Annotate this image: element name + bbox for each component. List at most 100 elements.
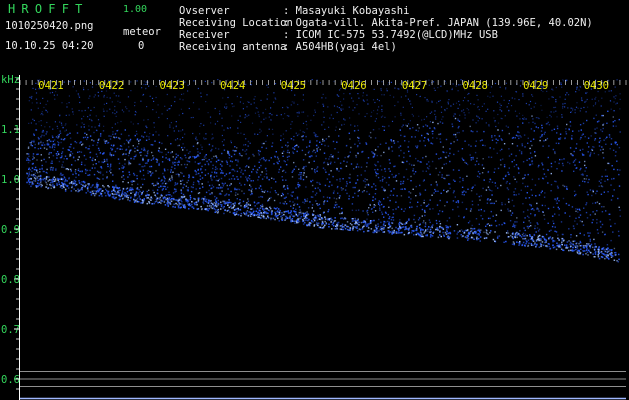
carrier-speck <box>321 224 323 226</box>
carrier-speck <box>146 197 148 199</box>
noise-speck <box>226 106 228 108</box>
noise-speck <box>414 136 416 138</box>
noise-speck <box>483 210 486 212</box>
noise-speck <box>336 169 338 171</box>
noise-speck <box>211 82 213 84</box>
noise-speck <box>68 95 70 97</box>
noise-speck <box>69 132 71 134</box>
carrier-speck <box>586 243 588 245</box>
noise-speck <box>49 146 51 149</box>
antenna-label: Receiving antenna <box>179 41 287 53</box>
noise-speck <box>258 166 261 169</box>
noise-speck <box>155 85 157 87</box>
noise-speck <box>298 206 301 208</box>
noise-speck <box>190 190 193 193</box>
noise-speck <box>366 99 368 101</box>
noise-speck <box>40 159 43 162</box>
noise-speck <box>423 202 425 204</box>
noise-speck <box>585 202 588 204</box>
noise-speck <box>588 178 590 181</box>
noise-speck <box>552 215 554 217</box>
noise-speck <box>234 187 236 189</box>
noise-speck <box>128 152 130 154</box>
carrier-speck <box>473 227 476 230</box>
carrier-speck <box>205 208 207 210</box>
noise-speck <box>257 149 260 152</box>
noise-speck <box>93 173 96 176</box>
noise-speck <box>548 230 551 232</box>
noise-speck <box>174 184 176 186</box>
carrier-speck <box>341 223 344 226</box>
noise-speck <box>570 236 572 239</box>
noise-speck <box>443 163 445 166</box>
noise-speck <box>139 163 141 166</box>
carrier-speck <box>261 207 264 209</box>
noise-speck <box>448 217 451 219</box>
noise-speck <box>67 168 70 171</box>
noise-speck <box>124 163 126 165</box>
noise-speck <box>324 128 326 130</box>
carrier-speck <box>363 221 366 224</box>
noise-speck <box>505 174 507 176</box>
carrier-speck <box>90 194 93 196</box>
noise-speck <box>179 157 182 159</box>
noise-speck <box>27 159 30 161</box>
noise-speck <box>254 112 257 114</box>
noise-speck <box>388 206 390 208</box>
noise-speck <box>594 103 596 105</box>
noise-speck <box>95 115 97 117</box>
noise-speck <box>572 130 574 132</box>
carrier-speck <box>563 239 565 241</box>
carrier-speck <box>424 225 427 228</box>
noise-speck <box>349 181 351 184</box>
carrier-speck <box>270 213 273 216</box>
noise-speck <box>582 133 584 135</box>
noise-speck <box>218 184 220 186</box>
carrier-speck <box>205 198 208 201</box>
noise-speck <box>495 214 498 216</box>
carrier-speck <box>568 249 570 252</box>
noise-speck <box>153 122 155 124</box>
noise-speck <box>91 86 94 88</box>
noise-speck <box>257 133 259 135</box>
noise-speck <box>536 208 538 210</box>
noise-speck <box>287 149 289 152</box>
noise-speck <box>433 127 436 129</box>
noise-speck <box>374 185 377 187</box>
carrier-speck <box>148 200 150 203</box>
carrier-speck <box>304 221 306 224</box>
noise-speck <box>52 143 55 146</box>
noise-speck <box>378 106 380 108</box>
noise-speck <box>550 172 552 175</box>
noise-speck <box>471 204 474 206</box>
noise-speck <box>181 158 183 160</box>
noise-speck <box>334 161 336 163</box>
noise-speck <box>547 121 549 124</box>
noise-speck <box>141 178 143 180</box>
noise-speck <box>463 190 465 192</box>
carrier-speck <box>125 193 127 195</box>
noise-speck <box>274 97 276 99</box>
carrier-speck <box>576 244 578 247</box>
noise-speck <box>251 122 254 124</box>
noise-speck <box>172 156 174 158</box>
noise-speck <box>99 171 102 173</box>
carrier-speck <box>401 226 403 228</box>
noise-speck <box>494 185 497 187</box>
noise-speck <box>137 123 139 125</box>
noise-speck <box>175 121 177 123</box>
noise-speck <box>601 206 603 208</box>
carrier-speck <box>524 237 527 240</box>
noise-speck <box>311 79 313 81</box>
carrier-speck <box>525 242 527 245</box>
noise-speck <box>355 165 358 168</box>
carrier-speck <box>166 197 169 200</box>
noise-speck <box>326 196 329 199</box>
noise-speck <box>242 102 244 105</box>
noise-speck <box>142 165 144 168</box>
carrier-speck <box>167 205 169 207</box>
carrier-speck <box>308 218 310 221</box>
noise-speck <box>80 151 83 153</box>
carrier-speck <box>74 184 77 187</box>
noise-speck <box>518 172 520 174</box>
